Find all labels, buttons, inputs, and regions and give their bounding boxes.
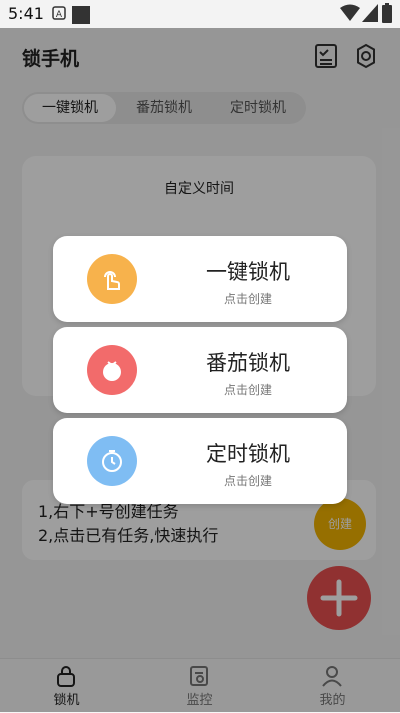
tomato-icon — [103, 361, 121, 381]
status-time: 5:41 — [8, 4, 44, 23]
signal-icon — [362, 4, 378, 22]
option-one-click-lock[interactable]: 一键锁机 点击创建 — [53, 236, 347, 322]
option-timer-lock[interactable]: 定时锁机 点击创建 — [53, 418, 347, 504]
notification-square-icon — [72, 6, 90, 24]
option-tomato-lock-title: 番茄锁机 — [206, 351, 290, 375]
option-timer-lock-icon-bg — [87, 436, 137, 486]
option-one-click-lock-subtitle: 点击创建 — [223, 292, 272, 306]
stopwatch-icon — [102, 450, 122, 472]
option-tomato-lock[interactable]: 番茄锁机 点击创建 — [53, 327, 347, 413]
touch-hand-icon — [104, 271, 120, 290]
option-timer-lock-title: 定时锁机 — [206, 442, 290, 466]
option-tomato-lock-subtitle: 点击创建 — [223, 383, 272, 397]
option-one-click-lock-title: 一键锁机 — [206, 260, 290, 284]
option-timer-lock-subtitle: 点击创建 — [223, 474, 272, 488]
option-one-click-lock-icon-bg — [87, 254, 137, 304]
wifi-icon — [340, 4, 360, 21]
notification-a-icon: A — [52, 6, 66, 20]
battery-icon — [382, 3, 392, 23]
status-bar: 5:41 A — [0, 0, 400, 28]
option-tomato-lock-icon-bg — [87, 345, 137, 395]
svg-text:A: A — [56, 10, 63, 20]
